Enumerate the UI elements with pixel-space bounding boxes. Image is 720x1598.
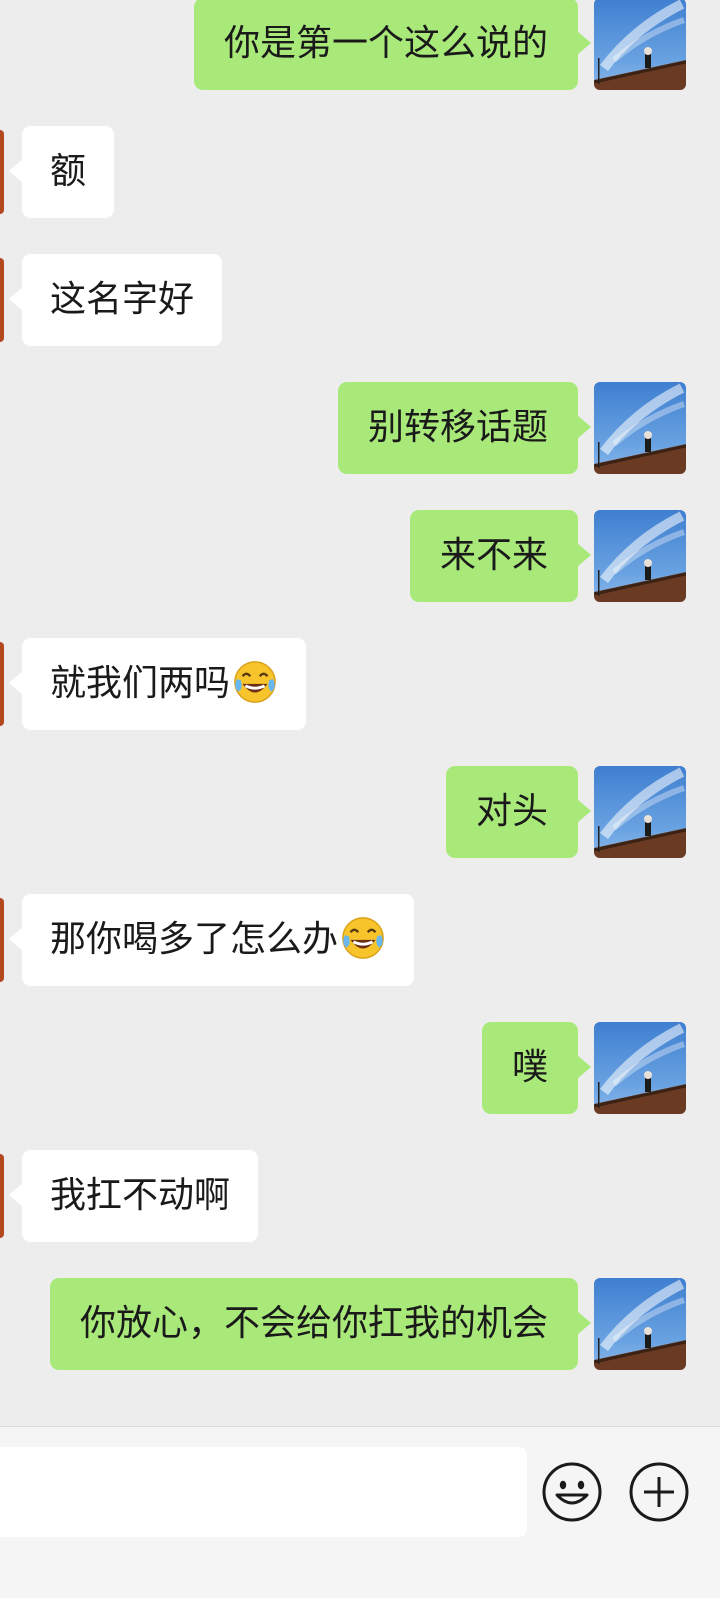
contact-avatar[interactable] <box>0 898 4 982</box>
outgoing-message-bubble[interactable]: 来不来 <box>409 510 592 602</box>
contact-avatar[interactable] <box>0 130 4 214</box>
my-avatar[interactable] <box>594 510 686 602</box>
tears-of-joy-emoji <box>233 660 277 704</box>
outgoing-message-bubble[interactable]: 对头 <box>445 766 592 858</box>
message-text: 你放心，不会给你扛我的机会 <box>79 1303 548 1344</box>
tears-of-joy-emoji <box>341 916 385 960</box>
message-row-outgoing: 来不来 <box>0 510 720 602</box>
message-text: 来不来 <box>439 535 548 576</box>
message-text: 额 <box>50 151 87 192</box>
my-avatar[interactable] <box>594 382 686 474</box>
message-text: 你是第一个这么说的 <box>223 23 548 64</box>
contact-avatar[interactable] <box>0 258 4 342</box>
incoming-message-bubble[interactable]: 额 <box>8 126 115 218</box>
my-avatar[interactable] <box>594 0 686 90</box>
message-row-outgoing: 别转移话题 <box>0 382 720 474</box>
my-avatar[interactable] <box>594 1022 686 1114</box>
my-avatar[interactable] <box>594 766 686 858</box>
message-text: 对头 <box>475 791 548 832</box>
message-row-incoming: 额 <box>0 126 720 218</box>
contact-avatar[interactable] <box>0 642 4 726</box>
outgoing-message-bubble[interactable]: 你是第一个这么说的 <box>193 0 592 90</box>
message-row-outgoing: 噗 <box>0 1022 720 1114</box>
message-input[interactable] <box>0 1447 527 1537</box>
incoming-message-bubble[interactable]: 这名字好 <box>8 254 223 346</box>
incoming-message-bubble[interactable]: 就我们两吗 <box>8 638 307 730</box>
message-text: 我扛不动啊 <box>50 1175 231 1216</box>
message-row-incoming: 那你喝多了怎么办 <box>0 894 720 986</box>
message-text: 就我们两吗 <box>50 663 231 704</box>
message-row-outgoing: 对头 <box>0 766 720 858</box>
incoming-message-bubble[interactable]: 我扛不动啊 <box>8 1150 259 1242</box>
my-avatar[interactable] <box>594 1278 686 1370</box>
smiley-face-icon[interactable] <box>541 1461 603 1523</box>
chat-message-list[interactable]: 你是第一个这么说的 额 这名字好 别转移话题 来不来 就我们两吗 对头 那你喝多… <box>0 0 720 1426</box>
outgoing-message-bubble[interactable]: 你放心，不会给你扛我的机会 <box>49 1278 592 1370</box>
incoming-message-bubble[interactable]: 那你喝多了怎么办 <box>8 894 415 986</box>
message-row-incoming: 我扛不动啊 <box>0 1150 720 1242</box>
contact-avatar[interactable] <box>0 1154 4 1238</box>
chat-input-bar <box>0 1426 720 1598</box>
plus-circle-icon[interactable] <box>628 1461 690 1523</box>
outgoing-message-bubble[interactable]: 噗 <box>481 1022 592 1114</box>
message-text: 噗 <box>511 1047 548 1088</box>
message-row-incoming: 这名字好 <box>0 254 720 346</box>
message-text: 那你喝多了怎么办 <box>50 919 339 960</box>
message-text: 这名字好 <box>50 279 195 320</box>
message-row-outgoing: 你是第一个这么说的 <box>0 0 720 90</box>
message-row-outgoing: 你放心，不会给你扛我的机会 <box>0 1278 720 1370</box>
outgoing-message-bubble[interactable]: 别转移话题 <box>337 382 592 474</box>
message-text: 别转移话题 <box>367 407 548 448</box>
message-row-incoming: 就我们两吗 <box>0 638 720 730</box>
